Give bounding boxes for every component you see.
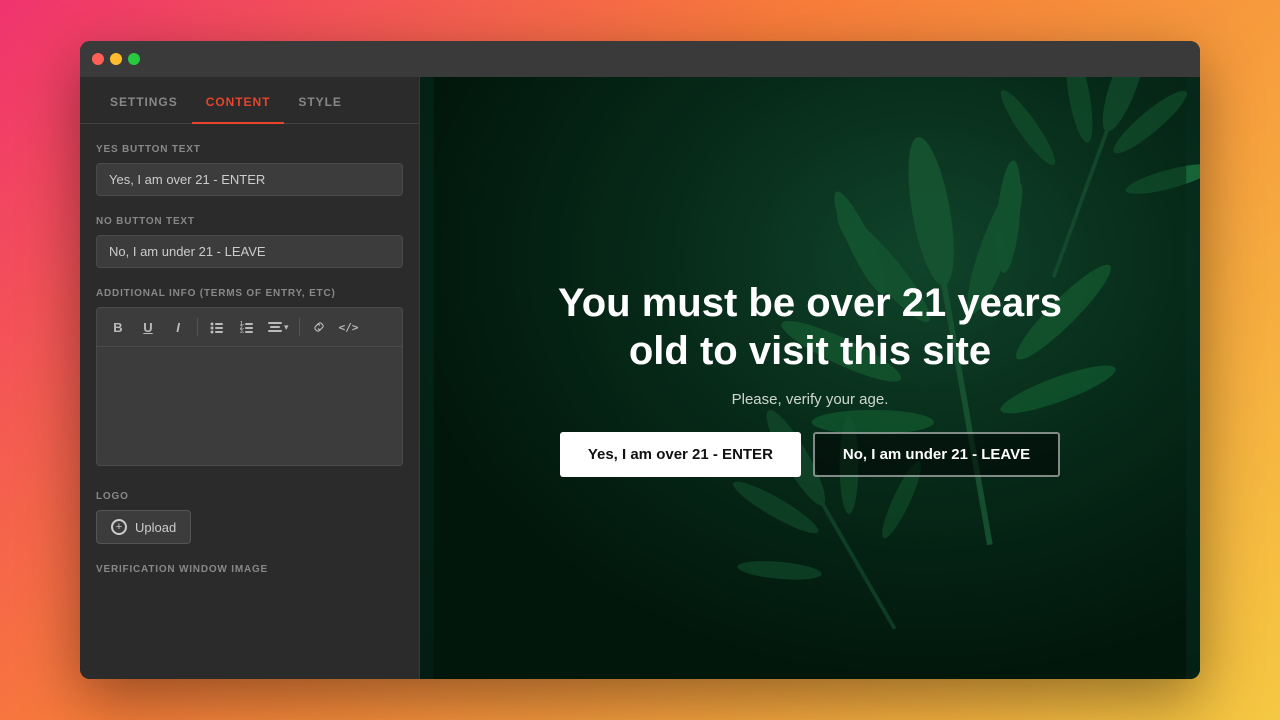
logo-label: LOGO [96, 491, 403, 502]
panel-content: YES BUTTON TEXT NO BUTTON TEXT ADDITIONA… [80, 124, 419, 679]
preview-yes-button[interactable]: Yes, I am over 21 - ENTER [560, 432, 801, 477]
unordered-list-button[interactable] [204, 314, 230, 340]
verification-window-label: VERIFICATION WINDOW IMAGE [96, 564, 403, 575]
ordered-list-button[interactable]: 1. 2. 3. [234, 314, 260, 340]
yes-button-label: YES BUTTON TEXT [96, 144, 403, 155]
tab-settings[interactable]: SETTINGS [96, 77, 192, 123]
list-ul-icon [210, 320, 224, 334]
align-icon [268, 320, 282, 334]
bold-button[interactable]: B [105, 314, 131, 340]
no-button-label: NO BUTTON TEXT [96, 216, 403, 227]
preview-no-button[interactable]: No, I am under 21 - LEAVE [813, 432, 1060, 477]
right-preview: You must be over 21 years old to visit t… [420, 77, 1200, 679]
left-panel: SETTINGS CONTENT STYLE YES BUTTON TEXT N… [80, 77, 420, 679]
tab-style[interactable]: STYLE [284, 77, 355, 123]
preview-title: You must be over 21 years old to visit t… [550, 279, 1070, 375]
link-button[interactable] [306, 314, 332, 340]
preview-buttons: Yes, I am over 21 - ENTER No, I am under… [560, 432, 1060, 477]
align-dropdown[interactable]: ▾ [264, 320, 293, 334]
window-body: SETTINGS CONTENT STYLE YES BUTTON TEXT N… [80, 77, 1200, 679]
link-icon [312, 320, 326, 334]
app-window: SETTINGS CONTENT STYLE YES BUTTON TEXT N… [80, 41, 1200, 679]
traffic-lights [92, 53, 140, 65]
upload-button[interactable]: + Upload [96, 510, 191, 544]
list-ol-icon: 1. 2. 3. [240, 320, 254, 334]
additional-info-textarea[interactable] [96, 346, 403, 466]
code-button[interactable]: </> [336, 314, 362, 340]
yes-button-input[interactable] [96, 163, 403, 196]
titlebar [80, 41, 1200, 77]
underline-button[interactable]: U [135, 314, 161, 340]
toolbar-sep-1 [197, 318, 198, 336]
toolbar-sep-2 [299, 318, 300, 336]
additional-info-label: ADDITIONAL INFO (TERMS OF ENTRY, ETC) [96, 288, 403, 299]
preview-content: You must be over 21 years old to visit t… [420, 77, 1200, 679]
upload-label: Upload [135, 520, 176, 535]
rich-text-toolbar: B U I [96, 307, 403, 346]
preview-subtitle: Please, verify your age. [732, 391, 889, 408]
italic-button[interactable]: I [165, 314, 191, 340]
minimize-button[interactable] [110, 53, 122, 65]
align-chevron: ▾ [284, 322, 289, 333]
close-button[interactable] [92, 53, 104, 65]
svg-text:3.: 3. [240, 329, 245, 334]
tab-content[interactable]: CONTENT [192, 77, 285, 123]
no-button-input[interactable] [96, 235, 403, 268]
upload-icon: + [111, 519, 127, 535]
tabs: SETTINGS CONTENT STYLE [80, 77, 419, 124]
maximize-button[interactable] [128, 53, 140, 65]
